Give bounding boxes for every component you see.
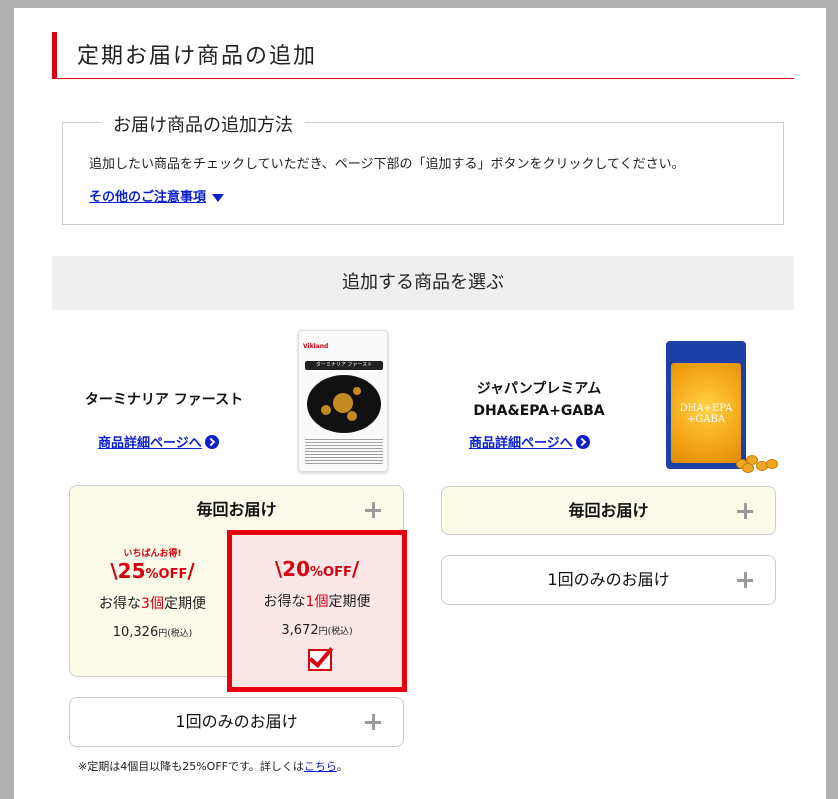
- once-delivery-box-japan-premium[interactable]: 1回のみのお届け: [441, 555, 776, 605]
- plan-option-1-pack-selected[interactable]: \20%OFF/ お得な1個定期便 3,672円(税込): [227, 530, 407, 692]
- checkbox-checked-icon[interactable]: [308, 641, 334, 671]
- add-method-box: お届け商品の追加方法 追加したい商品をチェックしていただき、ページ下部の「追加す…: [62, 111, 784, 225]
- page-title: 定期お届け商品の追加: [77, 44, 318, 69]
- plan-description: お得な3個定期便: [99, 596, 206, 612]
- footnote-link[interactable]: こちら: [304, 760, 337, 773]
- footnote: ※定期は4個目以降も25%OFFです。詳しくはこちら。: [78, 760, 348, 773]
- once-delivery-label: 1回のみのお届け: [547, 570, 670, 589]
- product-detail-link-terminalia[interactable]: 商品詳細ページへ: [98, 432, 219, 451]
- product-detail-link-japan-premium[interactable]: 商品詳細ページへ: [469, 432, 590, 451]
- best-deal-badge: いちばんお得!: [123, 549, 182, 559]
- arrow-circle-right-icon: [204, 435, 219, 449]
- discount-label: \20%OFF/: [274, 557, 360, 581]
- once-delivery-label: 1回のみのお届け: [175, 712, 298, 731]
- product-name-terminalia: ターミナリア ファースト: [84, 392, 244, 408]
- plus-icon: [737, 503, 753, 519]
- every-time-delivery-label: 毎回お届け: [196, 500, 277, 519]
- every-time-delivery-box-terminalia: 毎回お届け いちばんお得! \25%OFF/ お得な3個定期便 10,326円(…: [69, 485, 407, 692]
- plus-icon: [365, 714, 381, 730]
- page-title-bar: 定期お届け商品の追加: [52, 32, 794, 79]
- product-image-label-area: DHA+EPA +GABA: [671, 363, 741, 463]
- every-time-delivery-label: 毎回お届け: [568, 501, 649, 520]
- nut-shape: [321, 405, 331, 415]
- every-time-delivery-header[interactable]: 毎回お届け: [70, 486, 403, 534]
- plus-icon: [365, 502, 381, 518]
- add-method-text: 追加したい商品をチェックしていただき、ページ下部の「追加する」ボタンをクリックし…: [89, 157, 685, 172]
- plan-option-3-pack[interactable]: いちばんお得! \25%OFF/ お得な3個定期便 10,326円(税込): [70, 546, 235, 674]
- plan-description: お得な1個定期便: [263, 594, 371, 610]
- product-image-label: ターミナリア ファースト: [305, 361, 383, 370]
- capsules-decoration: [732, 453, 782, 473]
- add-method-heading: お届け商品の追加方法: [101, 111, 305, 137]
- checkmark-glyph: [308, 641, 334, 669]
- other-notes-label: その他のご注意事項: [89, 190, 207, 205]
- product-image-text: DHA+EPA +GABA: [679, 403, 733, 425]
- discount-label: \25%OFF/: [110, 559, 195, 583]
- arrow-circle-right-icon: [575, 435, 590, 449]
- page: 定期お届け商品の追加 お届け商品の追加方法 追加したい商品をチェックしていただき…: [14, 8, 826, 799]
- plan-price: 3,672円(税込): [281, 623, 353, 638]
- once-delivery-box-terminalia[interactable]: 1回のみのお届け: [69, 697, 404, 747]
- product-image-brand: Vikland: [303, 343, 329, 350]
- product-image-japan-premium[interactable]: DHA+EPA +GABA: [666, 341, 746, 469]
- every-time-delivery-box-japan-premium[interactable]: 毎回お届け: [441, 486, 776, 535]
- chevron-down-icon: [212, 193, 225, 202]
- product-image-plate: [307, 375, 381, 433]
- product-name-japan-premium: ジャパンプレミアム DHA&EPA+GABA: [473, 381, 605, 419]
- product-image-small-text: [305, 437, 383, 465]
- plus-icon: [737, 572, 753, 588]
- nut-shape: [347, 411, 357, 421]
- nut-shape: [333, 393, 353, 413]
- nut-shape: [353, 387, 361, 395]
- product-image-terminalia[interactable]: Vikland ターミナリア ファースト: [298, 330, 388, 472]
- product-detail-link-label: 商品詳細ページへ: [469, 436, 573, 451]
- other-notes-link[interactable]: その他のご注意事項: [89, 186, 225, 205]
- product-detail-link-label: 商品詳細ページへ: [98, 436, 202, 451]
- plan-price: 10,326円(税込): [112, 625, 193, 640]
- select-products-heading: 追加する商品を選ぶ: [52, 256, 794, 310]
